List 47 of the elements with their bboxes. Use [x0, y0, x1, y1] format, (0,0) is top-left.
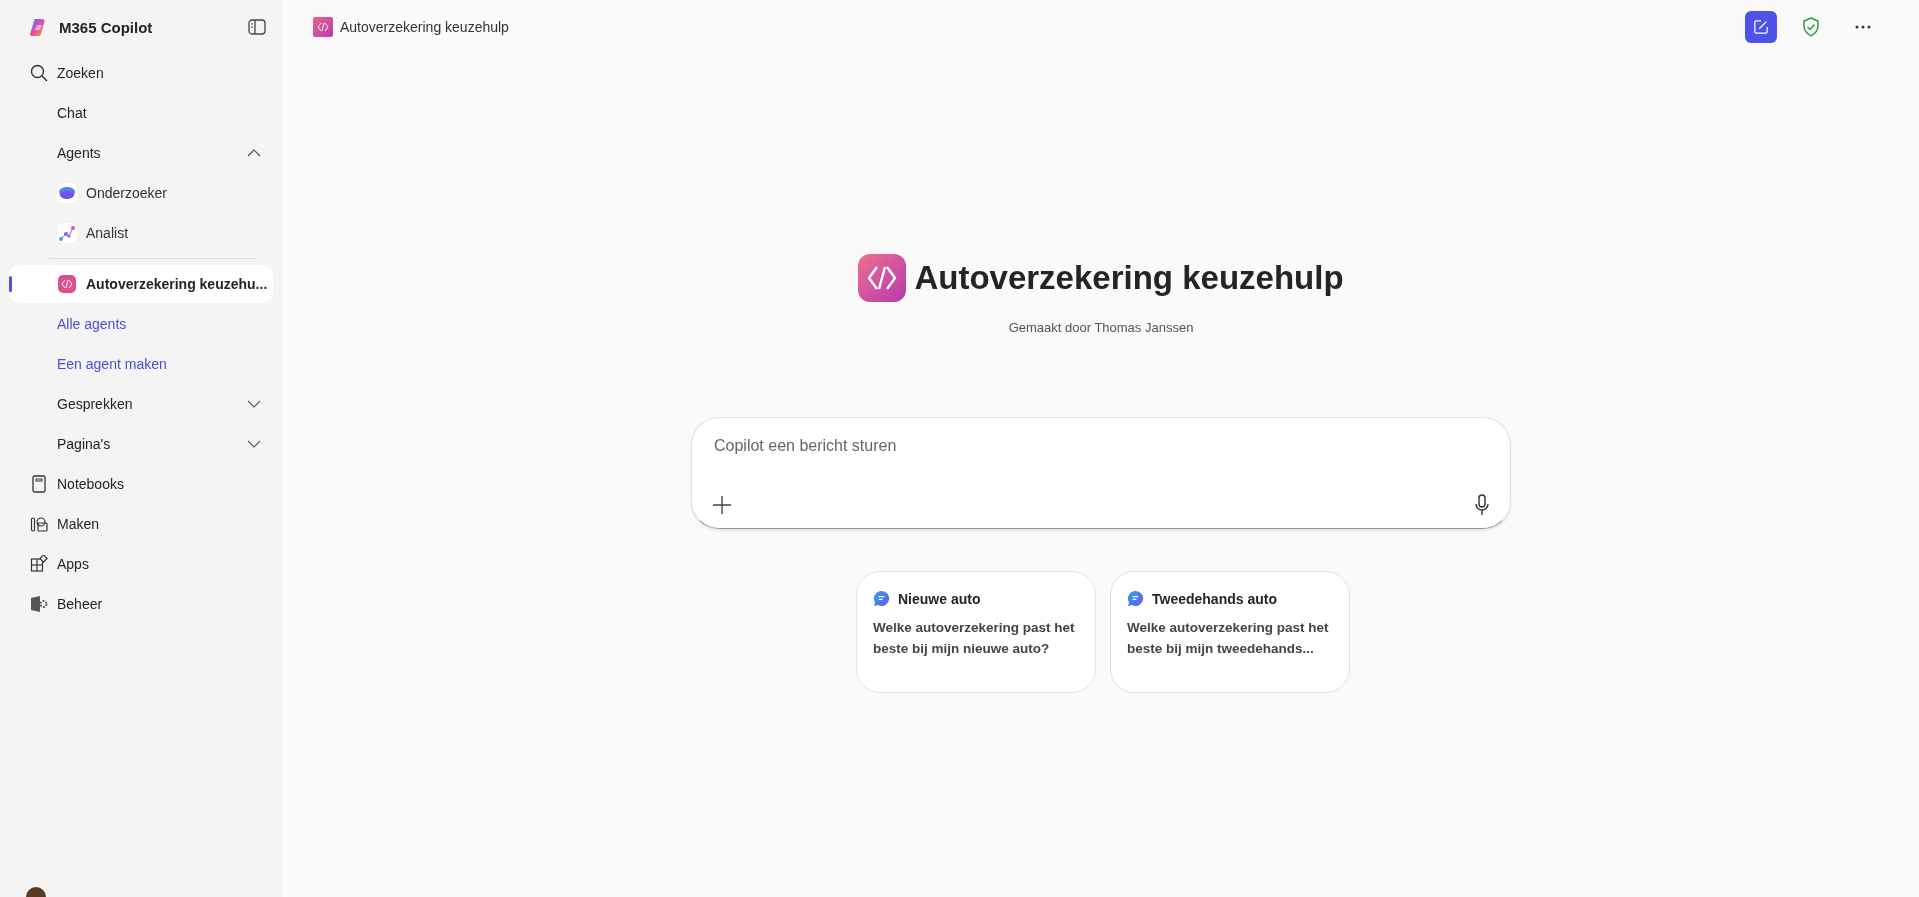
agent-item[interactable]: Analist [9, 214, 273, 252]
agent-item[interactable]: Onderzoeker [9, 174, 273, 212]
add-icon[interactable] [712, 495, 732, 515]
sidebar-item[interactable]: Notebooks [9, 465, 273, 503]
chat-bubble-icon [873, 590, 890, 607]
section-header[interactable]: Agents [9, 134, 273, 172]
agent-title: Autoverzekering keuzehulp [914, 259, 1344, 297]
card-title: Nieuwe auto [898, 590, 981, 607]
section-header[interactable]: Gesprekken [9, 385, 273, 423]
app-title: M365 Copilot [59, 18, 153, 36]
section-header[interactable]: Pagina's [9, 425, 273, 463]
sidebar-item[interactable]: Zoeken [9, 54, 273, 92]
shapes-icon [30, 515, 48, 533]
sidebar-link[interactable]: Alle agents [9, 305, 273, 343]
sidebar-item[interactable]: Chat [9, 94, 273, 132]
code-badge-icon [313, 17, 333, 37]
search-icon [30, 64, 48, 82]
section-label: Pagina's [57, 436, 111, 452]
sidebar-toggle-icon[interactable] [248, 19, 266, 35]
section-label: Agents [57, 145, 101, 161]
new-chat-button[interactable] [1745, 11, 1777, 43]
author-text: Gemaakt door Thomas Janssen [1008, 320, 1194, 335]
section-label: Gesprekken [57, 396, 133, 412]
code-badge-icon [58, 275, 76, 293]
chart-dots-icon [58, 224, 76, 242]
sidebar-item[interactable]: Apps [9, 545, 273, 583]
apps-icon [30, 555, 48, 573]
microphone-icon[interactable] [1474, 494, 1490, 516]
card-text: Welke autoverzekering past het beste bij mijn tweedehands... [1127, 619, 1330, 658]
card-title: Tweedehands auto [1152, 590, 1277, 607]
message-input[interactable]: Copilot een bericht sturen [712, 436, 1490, 456]
agent-item[interactable]: Autoverzekering keuzehu... [9, 265, 273, 303]
suggestion-card[interactable]: Tweedehands auto Welke autoverzekering past het beste bij mijn tweedehands... [1110, 571, 1350, 693]
card-text: Welke autoverzekering past het beste bij mijn nieuwe auto? [873, 619, 1076, 658]
notebook-icon [31, 475, 47, 493]
sidebar-item[interactable]: Maken [9, 505, 273, 543]
edit-icon [1753, 19, 1769, 35]
more-options-icon[interactable] [1855, 25, 1871, 29]
suggestion-card[interactable]: Nieuwe auto Welke autoverzekering past het beste bij mijn nieuwe auto? [856, 571, 1096, 693]
sidebar-item[interactable]: Beheer [9, 585, 273, 623]
chat-bubble-icon [1127, 590, 1144, 607]
page-title: Autoverzekering keuzehulp [340, 19, 509, 35]
code-badge-icon [858, 254, 907, 302]
layers-icon [58, 184, 76, 202]
admin-icon [30, 595, 48, 613]
shield-check-icon[interactable] [1802, 17, 1820, 37]
sidebar-link[interactable]: Een agent maken [9, 345, 273, 383]
